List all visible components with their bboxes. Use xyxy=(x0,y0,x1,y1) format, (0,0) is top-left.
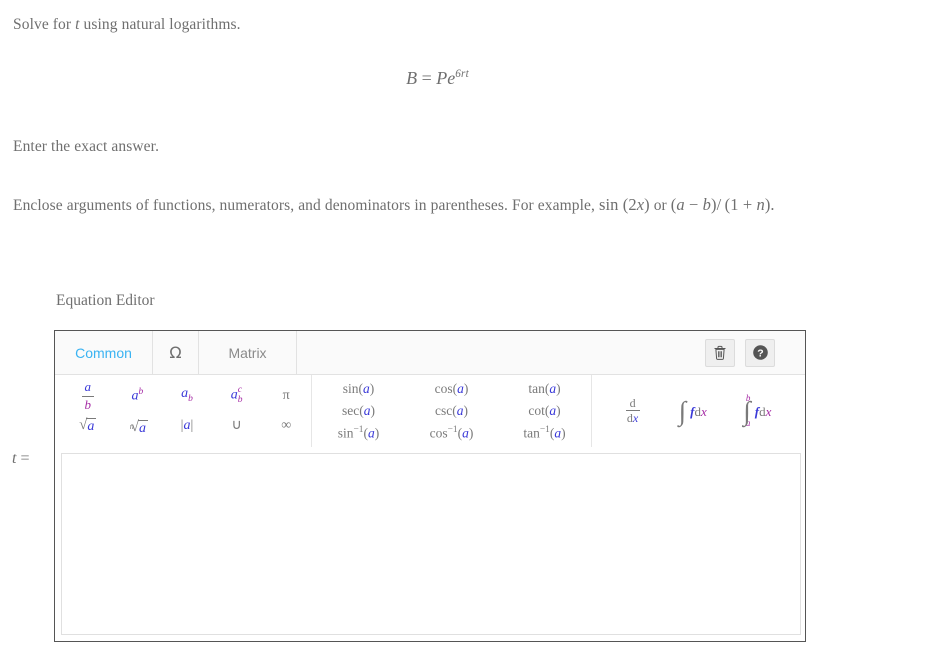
answer-input-canvas[interactable] xyxy=(61,453,801,635)
problem-instruction-line-2: Enter the exact answer. xyxy=(13,138,160,155)
instruction-text-post: using natural logarithms. xyxy=(79,16,241,33)
symbol-derivative[interactable]: d dx xyxy=(625,397,640,426)
help-icon[interactable]: ? xyxy=(745,338,775,367)
instruction-text-pre: Solve for xyxy=(13,16,76,33)
palette-group-calculus: d dx ∫ fdx ba ∫ fdx xyxy=(592,375,805,447)
symbol-square-root[interactable]: √ a xyxy=(79,418,97,434)
problem-instruction-line-3: Enclose arguments of functions, numerato… xyxy=(13,193,803,217)
equation-coefficient: P xyxy=(436,68,448,88)
instruction-or: or xyxy=(649,197,671,214)
problem-instruction-line-1: Solve for t using natural logarithms. xyxy=(13,14,241,36)
symbol-union[interactable]: ∪ xyxy=(231,419,241,433)
symbol-absolute-value[interactable]: |a| xyxy=(181,419,194,433)
symbol-sin[interactable]: sin(a) xyxy=(343,382,375,396)
symbol-sec[interactable]: sec(a) xyxy=(342,404,375,418)
symbol-cos[interactable]: cos(a) xyxy=(435,382,469,396)
symbol-arccos[interactable]: cos−1(a) xyxy=(430,425,474,440)
editor-tool-buttons: ? xyxy=(705,338,791,367)
equation-equals: = xyxy=(421,68,432,88)
symbol-palette: a b ab ab acb π √ a n √ a |a| ∪ ∞ sin(a)… xyxy=(55,375,805,447)
example-fraction: (a − b)/ (1 + n). xyxy=(670,195,775,214)
symbol-subscript[interactable]: ab xyxy=(181,387,193,404)
symbol-infinity[interactable]: ∞ xyxy=(281,419,291,433)
palette-group-trigonometry: sin(a) cos(a) tan(a) sec(a) csc(a) cot(a… xyxy=(312,375,592,447)
symbol-indefinite-integral[interactable]: ∫ fdx xyxy=(679,397,707,424)
answer-variable-label: t = xyxy=(12,450,30,467)
equation-lhs: B xyxy=(406,68,418,88)
parentheses-instruction-text: Enclose arguments of functions, numerato… xyxy=(13,197,599,214)
tab-common[interactable]: Common xyxy=(55,331,153,374)
trash-icon[interactable] xyxy=(705,338,735,367)
symbol-cot[interactable]: cot(a) xyxy=(528,404,560,418)
display-equation: B = Pe6rt xyxy=(0,68,925,89)
symbol-nth-root[interactable]: n √ a xyxy=(127,416,148,436)
symbol-csc[interactable]: csc(a) xyxy=(435,404,468,418)
symbol-fraction[interactable]: a b xyxy=(81,379,95,412)
symbol-arctan[interactable]: tan−1(a) xyxy=(523,425,565,440)
svg-text:?: ? xyxy=(757,347,763,359)
equation-exponent: 6rt xyxy=(455,68,469,80)
equation-editor-panel: Common Ω Matrix ? a b ab ab a c b π √ a … xyxy=(54,330,806,642)
tab-matrix[interactable]: Matrix xyxy=(199,331,297,374)
symbol-superscript[interactable]: ab xyxy=(132,387,144,404)
symbol-subsuperscript[interactable]: acb xyxy=(231,386,243,405)
symbol-definite-integral[interactable]: ba ∫ fdx xyxy=(743,394,771,428)
symbol-tan[interactable]: tan(a) xyxy=(528,382,560,396)
tabstrip-spacer: ? xyxy=(297,331,805,374)
example-sin: sin (2x) xyxy=(598,195,650,214)
palette-group-basic: a b ab ab acb π √ a n √ a |a| ∪ ∞ xyxy=(55,375,312,447)
symbol-arcsin[interactable]: sin−1(a) xyxy=(338,425,380,440)
page-root: Solve for t using natural logarithms. B … xyxy=(0,0,925,661)
symbol-pi[interactable]: π xyxy=(283,389,290,403)
editor-tabstrip: Common Ω Matrix ? xyxy=(55,331,805,375)
tab-symbols-omega[interactable]: Ω xyxy=(153,331,199,374)
equation-editor-title: Equation Editor xyxy=(56,292,155,309)
